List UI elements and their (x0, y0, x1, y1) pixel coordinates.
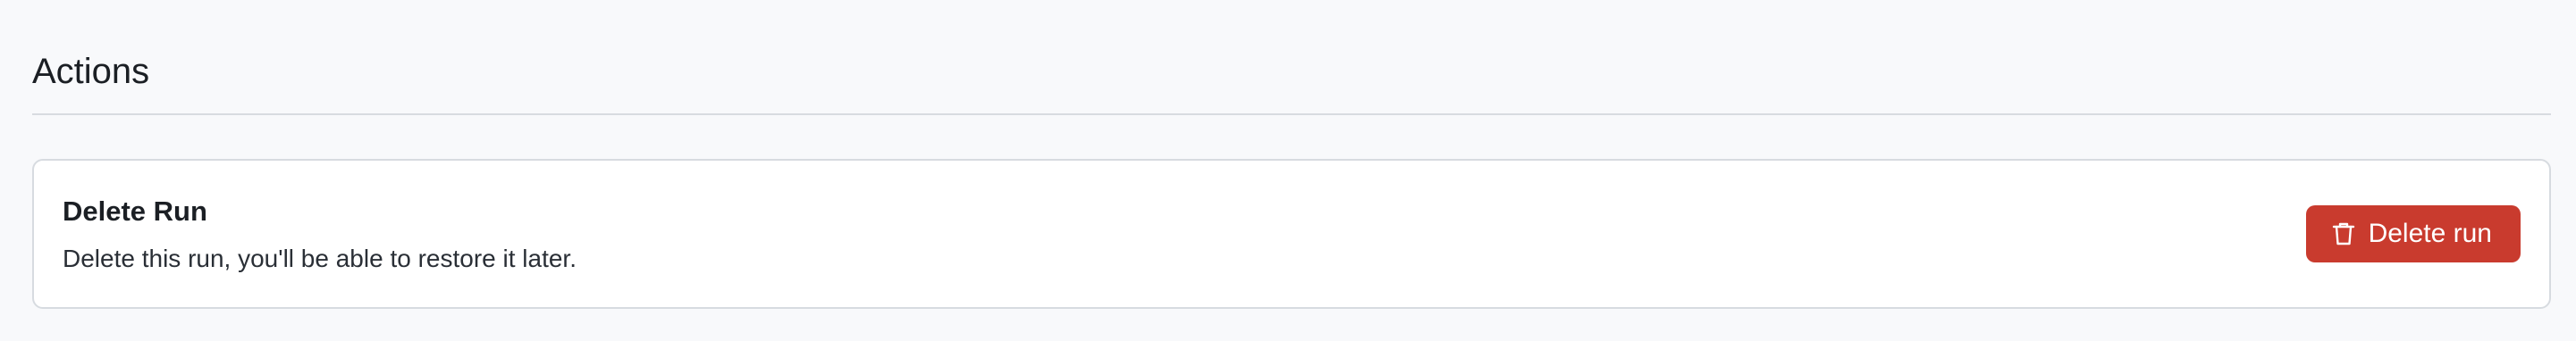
section-divider (32, 113, 2551, 115)
delete-run-button[interactable]: Delete run (2305, 205, 2521, 262)
trash-icon (2331, 221, 2356, 246)
card-description: Delete this run, you'll be able to resto… (63, 245, 577, 272)
delete-run-card: Delete Run Delete this run, you'll be ab… (32, 159, 2551, 309)
section-title: Actions (32, 52, 150, 91)
delete-run-button-label: Delete run (2368, 219, 2492, 248)
card-title: Delete Run (63, 195, 207, 227)
